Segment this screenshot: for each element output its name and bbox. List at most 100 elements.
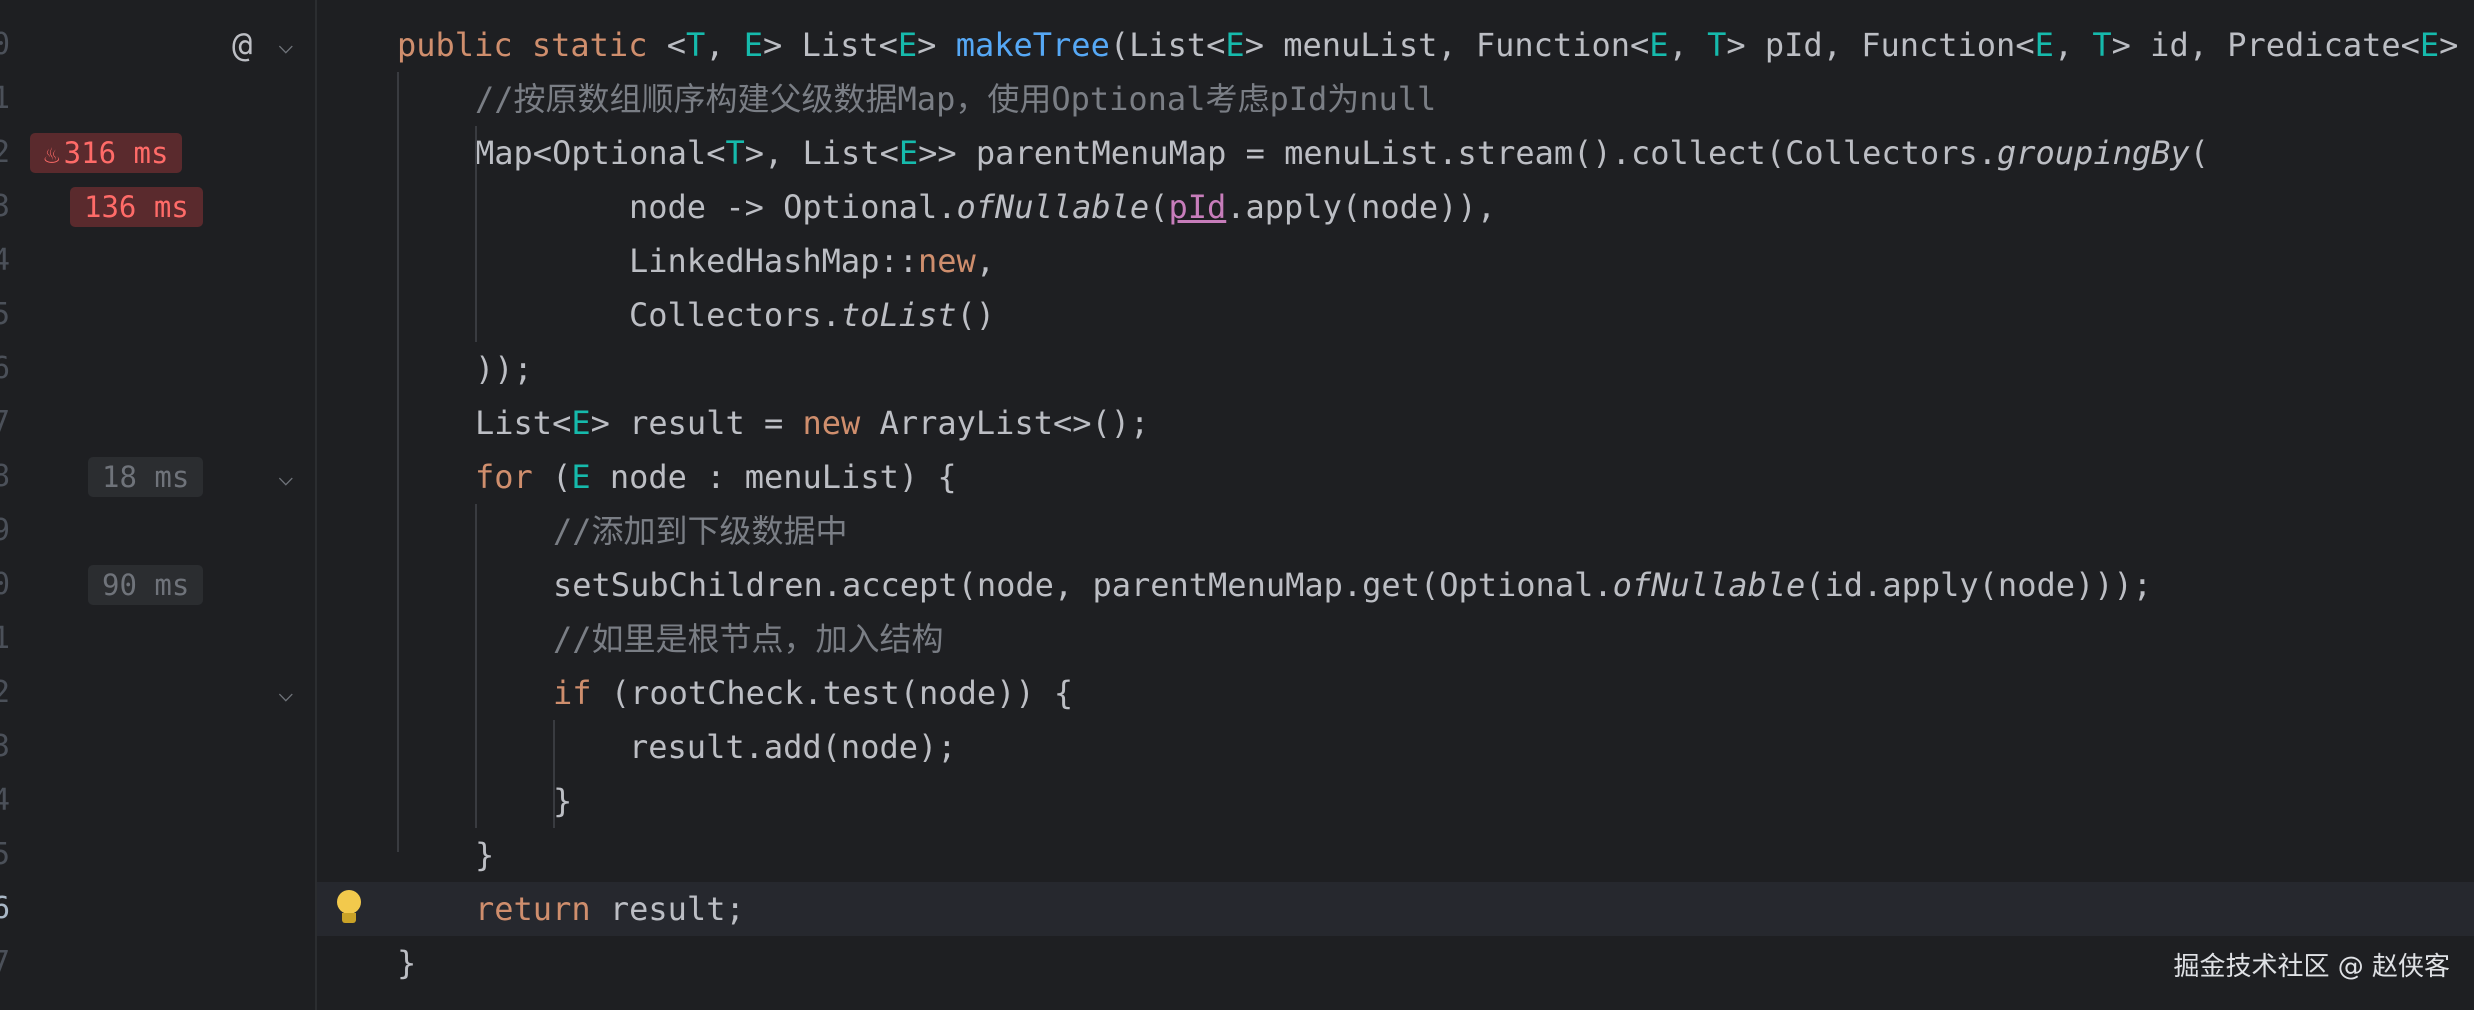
indent-guide [475,126,477,342]
code-token: .apply(node)), [1226,188,1496,226]
code-token: E [1649,26,1669,64]
code-token: new [917,242,976,280]
code-line[interactable]: } [397,936,416,990]
code-token: T [685,26,706,64]
code-token: ( [532,458,572,496]
code-token: toList [840,296,957,334]
code-token: ofNullable [1612,566,1806,604]
code-line[interactable]: Collectors.toList() [629,288,995,342]
line-number: 2 [0,135,11,170]
code-token: groupingBy [1996,134,2190,172]
code-token: T [1707,26,1727,64]
code-token: (List< [1109,26,1226,64]
code-comment: //按原数组顺序构建父级数据Map，使用Optional考虑pId为null [475,80,1437,118]
code-line[interactable]: //添加到下级数据中 [553,504,848,558]
line-number: 6 [0,351,11,386]
code-token: pId [1168,188,1227,226]
code-token: } [475,836,495,874]
gutter-row: 7 [0,396,315,450]
code-token: public static [397,26,667,64]
code-line[interactable]: LinkedHashMap::new, [629,234,995,288]
code-token: LinkedHashMap:: [629,242,918,280]
code-token: >, List< [744,134,899,172]
code-line[interactable]: setSubChildren.accept(node, parentMenuMa… [553,558,2152,612]
gutter-row: 2 ♨ 316 ms [0,126,315,180]
gutter-row: 4 [0,774,315,828]
code-line[interactable]: node -> Optional.ofNullable(pId.apply(no… [629,180,1496,234]
gutter-row: 7 [0,936,315,990]
gutter-row: 5 [0,288,315,342]
code-token: , [705,26,744,64]
line-number: 5 [0,837,11,872]
code-line[interactable]: if (rootCheck.test(node)) { [553,666,1073,720]
code-token: > List< [763,26,898,64]
code-token: Map<Optional< [475,134,726,172]
code-token: < [666,26,686,64]
perf-badge-hot[interactable]: 136 ms [70,187,203,227]
code-token: E [1225,26,1245,64]
code-line[interactable]: //如里是根节点，加入结构 [553,612,944,666]
code-token: > r [2439,26,2459,64]
code-token: } [397,944,417,982]
gutter-row: 6 [0,342,315,396]
code-comment: //如里是根节点，加入结构 [553,620,944,658]
line-number: 8 [0,459,11,494]
line-number: 2 [0,675,11,710]
code-token: )); [475,350,533,388]
code-line[interactable]: } [475,828,494,882]
code-line[interactable]: )); [475,342,533,396]
code-line[interactable]: return result; [475,882,745,936]
code-line[interactable]: Map<Optional<T>, List<E>> parentMenuMap … [475,126,2209,180]
perf-badge[interactable]: 18 ms [88,457,204,497]
code-token: E [898,134,919,172]
editor-gutter: 0 @ ⌵ 1 2 ♨ 316 ms 3 136 ms 4 5 6 7 8 18 … [0,0,315,1010]
gutter-row: 8 18 ms ⌵ [0,450,315,504]
code-token: } [553,782,573,820]
code-token: new [802,404,861,442]
code-token: E [571,404,591,442]
line-number: 3 [0,189,11,224]
code-token: ( [1149,188,1169,226]
gutter-row: 1 [0,72,315,126]
code-token: , [2053,26,2093,64]
code-token: Collectors. [629,296,841,334]
code-token: > id, Predicate< [2111,26,2420,64]
code-token: ofNullable [956,188,1150,226]
lightbulb-icon[interactable] [337,890,361,914]
code-token: List< [475,404,572,442]
code-token: E [743,26,764,64]
code-line[interactable]: result.add(node); [629,720,957,774]
line-number: 5 [0,297,11,332]
line-number: 4 [0,243,11,278]
gutter-row: 9 [0,504,315,558]
line-number: 7 [0,945,11,980]
gutter-row: 5 [0,828,315,882]
lightbulb-base [342,913,356,923]
code-line[interactable]: public static <T, E> List<E> makeTree(Li… [397,18,2474,72]
gutter-row: 6 [0,882,315,936]
code-token: > pId, Function< [1726,26,2035,64]
chevron-down-icon[interactable]: ⌵ [278,18,294,72]
code-token: () [956,296,996,334]
perf-badge[interactable]: 90 ms [88,565,204,605]
code-line[interactable]: //按原数组顺序构建父级数据Map，使用Optional考虑pId为null [475,72,1436,126]
gutter-row: 0 90 ms [0,558,315,612]
fold-chevron-icon[interactable]: ⌵ [278,666,294,720]
fold-chevron-icon[interactable]: ⌵ [278,450,294,504]
implementations-at-icon[interactable]: @ [232,18,252,72]
code-token: return [475,890,591,928]
code-line[interactable]: } [553,774,572,828]
code-token: E [2034,26,2054,64]
code-token: > result = [590,404,803,442]
code-line[interactable]: List<E> result = new ArrayList<>(); [475,396,1149,450]
perf-badge-hot[interactable]: ♨ 316 ms [30,133,183,173]
code-token: E [571,458,591,496]
indent-guide [553,720,555,828]
code-token: > [917,26,956,64]
code-line[interactable]: for (E node : menuList) { [475,450,957,504]
line-number: 1 [0,81,11,116]
indent-guide [397,72,399,852]
code-token: > menuList, Function< [1244,26,1650,64]
gutter-row: 1 [0,612,315,666]
line-number: 6 [0,891,11,926]
